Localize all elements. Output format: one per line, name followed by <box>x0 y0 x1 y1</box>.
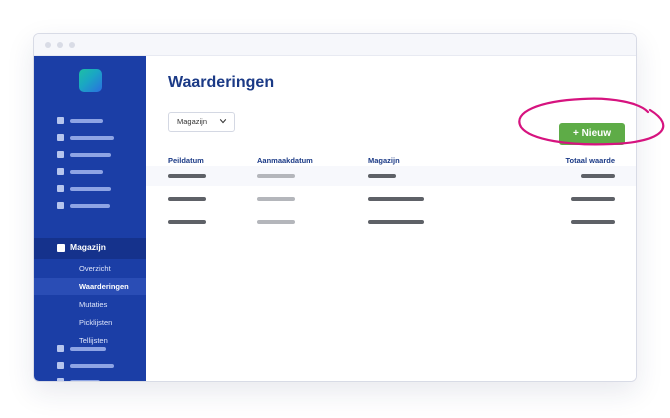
app-window: Magazijn Overzicht Waarderingen Mutaties… <box>33 33 637 382</box>
table-row[interactable] <box>146 189 636 209</box>
warehouse-select[interactable]: Magazijn <box>168 112 235 132</box>
nav-item-placeholder[interactable] <box>70 364 114 368</box>
title-bar <box>34 34 636 56</box>
nav-item-placeholder[interactable] <box>70 204 110 208</box>
nav-item-placeholder[interactable] <box>70 187 111 191</box>
nav-item-icon[interactable] <box>57 168 64 175</box>
sidebar-item-label: Magazijn <box>70 242 106 252</box>
sidebar-subitem-waarderingen[interactable]: Waarderingen <box>34 278 146 295</box>
nav-item-placeholder[interactable] <box>70 170 103 174</box>
nav-item-placeholder[interactable] <box>70 347 106 351</box>
table-row[interactable] <box>146 166 636 186</box>
new-button[interactable]: + Nieuw <box>559 123 625 145</box>
cell-placeholder <box>168 197 206 201</box>
nav-item-icon[interactable] <box>57 362 64 369</box>
cell-placeholder <box>571 220 615 224</box>
cell-placeholder <box>168 174 206 178</box>
nav-item-placeholder[interactable] <box>70 380 100 381</box>
nav-item-icon[interactable] <box>57 345 64 352</box>
nav-item-placeholder[interactable] <box>70 119 103 123</box>
nav-item-icon[interactable] <box>57 185 64 192</box>
sidebar: Magazijn Overzicht Waarderingen Mutaties… <box>34 56 146 381</box>
column-header-peildatum[interactable]: Peildatum <box>168 156 204 165</box>
warehouse-icon <box>57 244 65 252</box>
cell-placeholder <box>257 197 295 201</box>
cell-placeholder <box>571 197 615 201</box>
nav-item-placeholder[interactable] <box>70 153 111 157</box>
logo-icon <box>79 69 102 92</box>
cell-placeholder <box>257 220 295 224</box>
cell-placeholder <box>168 220 206 224</box>
table-row[interactable] <box>146 212 636 232</box>
cell-placeholder <box>581 174 615 178</box>
chevron-down-icon <box>219 119 227 124</box>
cell-placeholder <box>368 197 424 201</box>
sidebar-subitem-mutaties[interactable]: Mutaties <box>34 296 146 313</box>
nav-item-icon[interactable] <box>57 151 64 158</box>
nav-item-icon[interactable] <box>57 202 64 209</box>
nav-item-placeholder[interactable] <box>70 136 114 140</box>
column-header-magazijn[interactable]: Magazijn <box>368 156 400 165</box>
window-dot-icon[interactable] <box>69 42 75 48</box>
cell-placeholder <box>368 220 424 224</box>
warehouse-select-value: Magazijn <box>177 117 208 126</box>
nav-item-icon[interactable] <box>57 134 64 141</box>
page-title: Waarderingen <box>168 74 275 91</box>
main-content: Waarderingen Magazijn + Nieuw Peildatum … <box>146 56 636 381</box>
nav-item-icon[interactable] <box>57 117 64 124</box>
cell-placeholder <box>257 174 295 178</box>
window-dot-icon[interactable] <box>45 42 51 48</box>
window-dot-icon[interactable] <box>57 42 63 48</box>
column-header-aanmaakdatum[interactable]: Aanmaakdatum <box>257 156 313 165</box>
sidebar-subitem-overzicht[interactable]: Overzicht <box>34 260 146 277</box>
nav-item-icon[interactable] <box>57 378 64 381</box>
column-header-totaal-waarde[interactable]: Totaal waarde <box>566 156 615 165</box>
sidebar-subitem-picklijsten[interactable]: Picklijsten <box>34 314 146 331</box>
cell-placeholder <box>368 174 396 178</box>
